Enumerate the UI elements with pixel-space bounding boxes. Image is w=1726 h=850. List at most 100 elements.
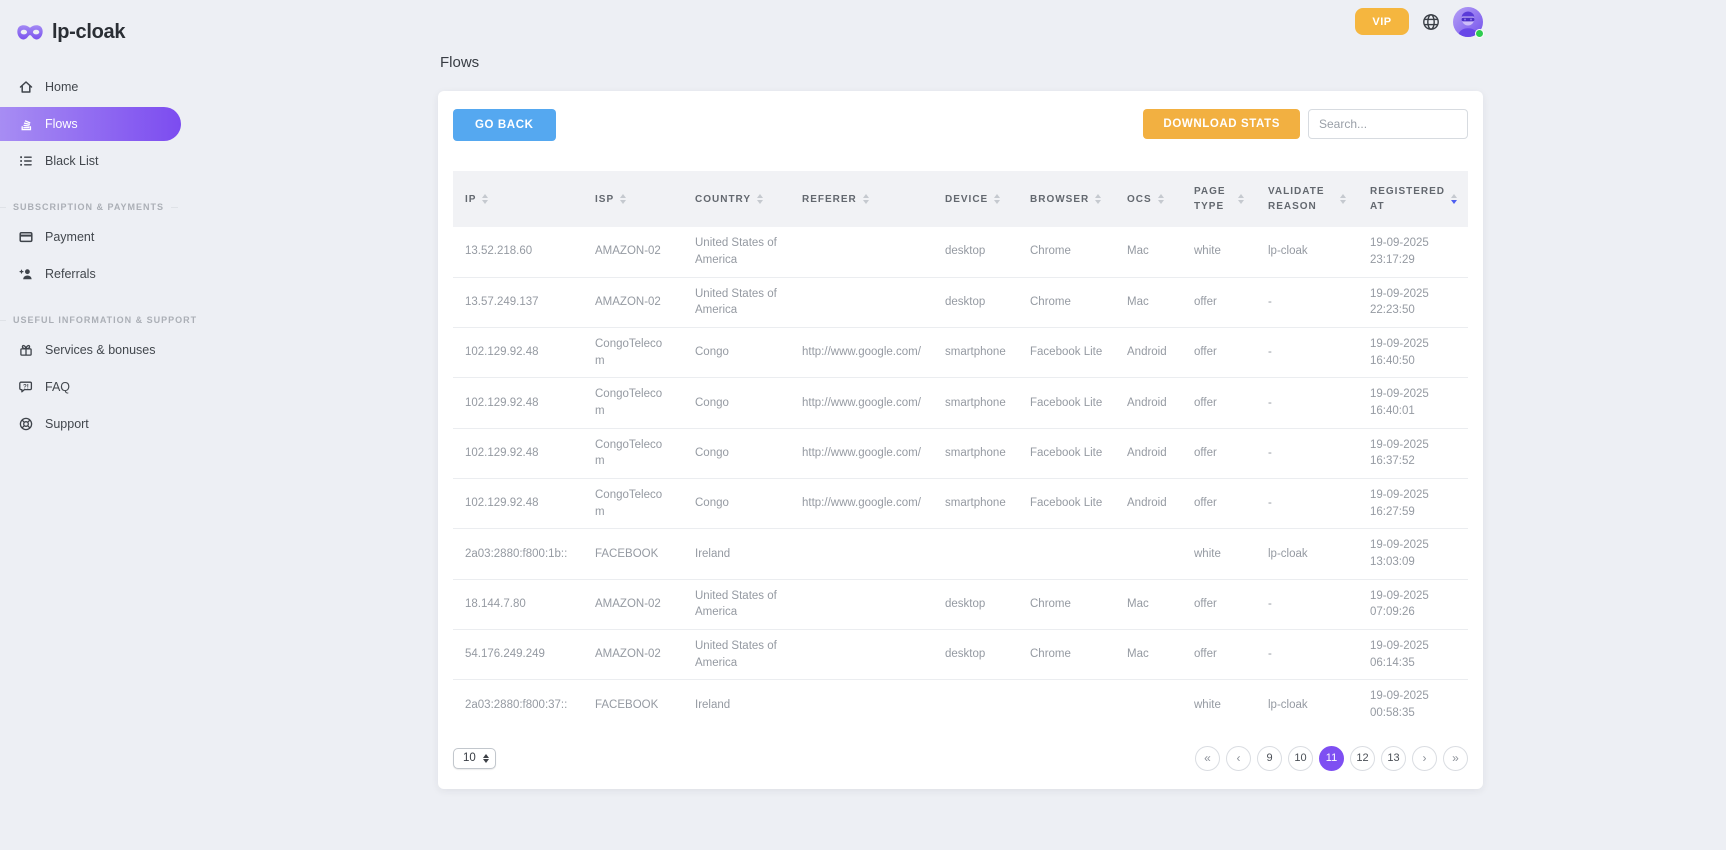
pagination-first-button[interactable]: « <box>1195 746 1220 771</box>
pagination-prev-button[interactable]: ‹ <box>1226 746 1251 771</box>
pagination: «‹910111213›» <box>1195 746 1468 771</box>
cell-device: smartphone <box>933 327 1018 377</box>
table-row: 102.129.92.48CongoTelecomCongohttp://www… <box>453 428 1468 478</box>
home-icon <box>18 79 34 95</box>
cell-referer <box>790 529 933 579</box>
pagination-page-9-button[interactable]: 9 <box>1257 746 1282 771</box>
sidebar-item-faq[interactable]: ?! FAQ <box>0 370 188 404</box>
sidebar-item-label: Services & bonuses <box>45 343 155 357</box>
search-input[interactable] <box>1308 109 1468 139</box>
flows-icon <box>18 116 34 132</box>
cell-validate-reason: lp-cloak <box>1256 227 1358 277</box>
cell-device: desktop <box>933 227 1018 277</box>
cell-ocs <box>1115 680 1182 730</box>
sidebar-item-label: Referrals <box>45 267 96 281</box>
cell-page-type: offer <box>1182 478 1256 528</box>
column-header-ip[interactable]: IP <box>453 171 583 227</box>
sort-icon <box>1158 194 1164 204</box>
cell-browser: Chrome <box>1018 579 1115 629</box>
column-header-page-type[interactable]: PAGE TYPE <box>1182 171 1256 227</box>
cell-ip: 2a03:2880:f800:37:: <box>453 680 583 730</box>
language-globe-icon[interactable] <box>1421 12 1441 32</box>
sidebar-item-home[interactable]: Home <box>0 70 188 104</box>
cell-device: desktop <box>933 579 1018 629</box>
cell-ip: 54.176.249.249 <box>453 629 583 679</box>
table-header-row: IP ISP COUNTRY REFERER DEVICE BROWSER OC… <box>453 171 1468 227</box>
user-avatar[interactable] <box>1453 7 1483 37</box>
download-stats-button[interactable]: DOWNLOAD STATS <box>1143 109 1300 139</box>
sidebar-section-subscription: SUBSCRIPTION & PAYMENTS <box>0 202 188 212</box>
cell-device: desktop <box>933 629 1018 679</box>
sidebar-item-label: Support <box>45 417 89 431</box>
sidebar-item-label: Home <box>45 80 78 94</box>
cell-isp: AMAZON-02 <box>583 227 683 277</box>
table-row: 102.129.92.48CongoTelecomCongohttp://www… <box>453 478 1468 528</box>
sidebar-item-black-list[interactable]: Black List <box>0 144 188 178</box>
cell-device <box>933 680 1018 730</box>
cell-ocs: Mac <box>1115 579 1182 629</box>
lifebuoy-icon <box>18 416 34 432</box>
cell-page-type: offer <box>1182 579 1256 629</box>
cell-registered-at: 19-09-202513:03:09 <box>1358 529 1468 579</box>
gift-icon <box>18 342 34 358</box>
cell-browser: Facebook Lite <box>1018 428 1115 478</box>
cell-ocs: Mac <box>1115 629 1182 679</box>
page-size-select[interactable]: 10 <box>453 748 496 769</box>
table-row: 13.57.249.137AMAZON-02United States of A… <box>453 277 1468 327</box>
column-header-validate-reason[interactable]: VALIDATE REASON <box>1256 171 1358 227</box>
go-back-button[interactable]: GO BACK <box>453 109 556 141</box>
pagination-next-button[interactable]: › <box>1412 746 1437 771</box>
cell-validate-reason: lp-cloak <box>1256 680 1358 730</box>
cell-ip: 102.129.92.48 <box>453 378 583 428</box>
mask-icon <box>16 23 44 42</box>
sidebar-item-payment[interactable]: Payment <box>0 220 188 254</box>
column-header-referer[interactable]: REFERER <box>790 171 933 227</box>
cell-registered-at: 19-09-202522:23:50 <box>1358 277 1468 327</box>
column-header-device[interactable]: DEVICE <box>933 171 1018 227</box>
table-row: 18.144.7.80AMAZON-02United States of Ame… <box>453 579 1468 629</box>
cell-ocs <box>1115 529 1182 579</box>
column-header-browser[interactable]: BROWSER <box>1018 171 1115 227</box>
column-header-ocs[interactable]: OCS <box>1115 171 1182 227</box>
cell-ocs: Android <box>1115 478 1182 528</box>
sidebar-item-label: Black List <box>45 154 99 168</box>
sidebar-item-referrals[interactable]: Referrals <box>0 257 188 291</box>
cell-isp: FACEBOOK <box>583 680 683 730</box>
cell-referer <box>790 227 933 277</box>
cell-ip: 102.129.92.48 <box>453 327 583 377</box>
sidebar-item-label: FAQ <box>45 380 70 394</box>
table-row: 102.129.92.48CongoTelecomCongohttp://www… <box>453 327 1468 377</box>
cell-isp: CongoTelecom <box>583 327 683 377</box>
sidebar-item-support[interactable]: Support <box>0 407 188 441</box>
toolbar: GO BACK DOWNLOAD STATS <box>453 109 1468 141</box>
sidebar-item-flows[interactable]: Flows <box>0 107 181 141</box>
cell-page-type: offer <box>1182 428 1256 478</box>
cell-country: Congo <box>683 478 790 528</box>
sort-icon <box>1340 194 1346 204</box>
cell-registered-at: 19-09-202516:40:01 <box>1358 378 1468 428</box>
sidebar-item-services-bonuses[interactable]: Services & bonuses <box>0 333 188 367</box>
sort-icon <box>994 194 1000 204</box>
pagination-page-10-button[interactable]: 10 <box>1288 746 1313 771</box>
faq-bubble-icon: ?! <box>18 379 34 395</box>
cell-referer: http://www.google.com/ <box>790 428 933 478</box>
cell-device <box>933 529 1018 579</box>
cell-isp: CongoTelecom <box>583 428 683 478</box>
cell-browser: Chrome <box>1018 277 1115 327</box>
column-header-country[interactable]: COUNTRY <box>683 171 790 227</box>
pagination-page-12-button[interactable]: 12 <box>1350 746 1375 771</box>
pagination-page-11-button[interactable]: 11 <box>1319 746 1344 771</box>
cell-referer <box>790 277 933 327</box>
cell-validate-reason: lp-cloak <box>1256 529 1358 579</box>
pagination-page-13-button[interactable]: 13 <box>1381 746 1406 771</box>
column-header-isp[interactable]: ISP <box>583 171 683 227</box>
list-icon <box>18 153 34 169</box>
column-header-registered-at[interactable]: REGISTERED AT <box>1358 171 1468 227</box>
cell-registered-at: 19-09-202523:17:29 <box>1358 227 1468 277</box>
cell-referer: http://www.google.com/ <box>790 327 933 377</box>
table-row: 102.129.92.48CongoTelecomCongohttp://www… <box>453 378 1468 428</box>
pagination-last-button[interactable]: » <box>1443 746 1468 771</box>
cell-browser: Facebook Lite <box>1018 478 1115 528</box>
vip-button[interactable]: VIP <box>1355 8 1409 35</box>
cell-registered-at: 19-09-202516:40:50 <box>1358 327 1468 377</box>
